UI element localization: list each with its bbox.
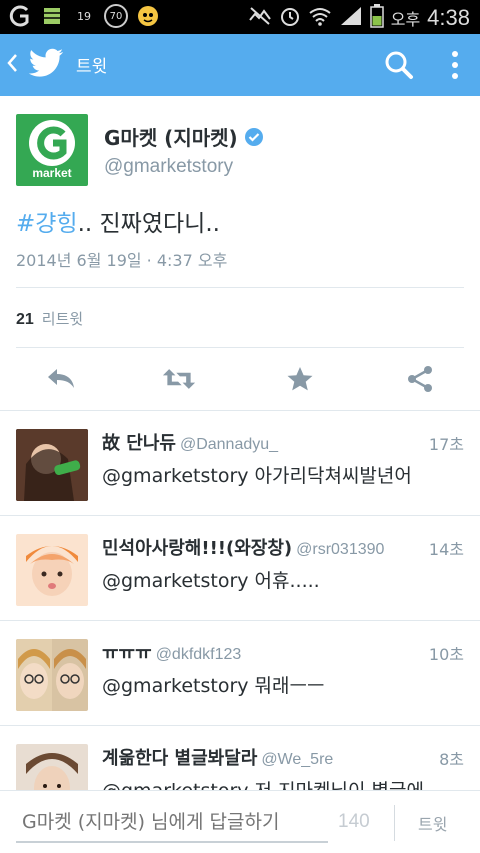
reply-avatar[interactable]	[16, 534, 88, 606]
share-icon	[408, 366, 432, 392]
status-time: 4:38	[427, 5, 470, 30]
clock-badge-icon: 70	[104, 4, 128, 28]
more-vertical-icon	[452, 51, 458, 79]
author-handle[interactable]: @gmarketstory	[104, 156, 233, 178]
author-name[interactable]: G마켓 (지마켓)	[104, 122, 264, 151]
reply-author-handle: @Dannadyu_	[179, 436, 279, 453]
reply-author: 계옮한다 별글봐달라 @We_5re	[102, 744, 333, 770]
reply-author-handle: @We_5re	[261, 751, 334, 768]
reply-author-handle: @rsr031390	[296, 541, 385, 558]
reply-author-name: ㅠㅠㅠ	[102, 643, 152, 664]
reply-avatar[interactable]	[16, 639, 88, 711]
page-title: 트윗	[76, 57, 108, 77]
divider	[394, 805, 395, 841]
signal-icon	[339, 5, 363, 31]
reply-text: @gmarketstory 아가리닥쳐씨발년어	[102, 465, 412, 487]
status-ampm: 오후	[390, 10, 421, 29]
reply-icon	[48, 369, 74, 388]
reply-author-name: 민석아사랑해!!!(와장창)	[102, 538, 293, 559]
reply-author-name: 故 단나듀	[102, 433, 176, 454]
search-icon	[385, 51, 413, 79]
tweet-actions	[0, 348, 480, 410]
star-icon	[287, 367, 313, 391]
retweet-button[interactable]	[162, 364, 196, 394]
verified-badge-icon	[244, 127, 263, 146]
weather-icon: 19	[72, 4, 96, 28]
chevron-left-icon	[7, 54, 17, 72]
character-counter: 140	[338, 811, 370, 832]
mute-icon	[248, 6, 272, 30]
wifi-icon	[308, 6, 332, 30]
status-bar-notifications: 19 70	[8, 4, 160, 28]
retweet-count-label: 리트윗	[41, 310, 84, 328]
tweet-text: #걍힝.. 진짜였다니..	[16, 204, 220, 238]
retweet-icon	[162, 369, 196, 389]
reply-item[interactable]: 민석아사랑해!!!(와장창) @rsr031390 14초 @gmarketsto…	[0, 516, 480, 620]
reply-timestamp: 17초	[428, 435, 464, 454]
reply-text: @gmarketstory 뭐래ㅡㅡ	[102, 675, 325, 697]
reply-text: @gmarketstory 어휴.....	[102, 570, 320, 592]
gmarket-logo-icon	[29, 120, 75, 166]
back-button[interactable]	[6, 52, 22, 78]
divider	[16, 287, 464, 288]
reply-timestamp: 10초	[428, 645, 464, 664]
reply-field[interactable]	[16, 803, 328, 843]
reply-author: ㅠㅠㅠ @dkfdkf123	[102, 639, 241, 665]
battery-icon	[369, 4, 384, 32]
search-button[interactable]	[384, 50, 414, 84]
reply-item[interactable]: 계옮한다 별글봐달라@We_5re 8초 @gmarketstory 저 지마켓…	[0, 726, 480, 790]
status-bar: 19 70 오후 4:38	[0, 0, 480, 34]
mascot-icon	[136, 4, 160, 28]
send-tweet-button[interactable]: 트윗	[418, 811, 447, 835]
weather-text: 19	[77, 9, 91, 23]
sheet-icon	[40, 4, 64, 28]
avatar-label: market	[32, 166, 72, 180]
status-bar-system: 오후 4:38	[248, 4, 470, 32]
author-avatar[interactable]: market	[16, 114, 88, 186]
reply-avatar[interactable]	[16, 429, 88, 501]
favorite-button[interactable]	[283, 364, 317, 394]
retweet-stats[interactable]: 21 리트윗	[16, 308, 83, 329]
twitter-bird-icon[interactable]	[28, 48, 64, 84]
tweet-timestamp: 2014년 6월 19일 · 4:37 오후	[16, 251, 228, 270]
reply-timestamp: 14초	[428, 540, 464, 559]
reply-compose-bar: 140 트윗	[0, 790, 480, 853]
reply-item[interactable]: 故 단나듀 @Dannadyu_ 17초 @gmarketstory 아가리닥쳐씨…	[0, 411, 480, 515]
reply-timestamp: 8초	[439, 750, 464, 769]
overflow-menu-button[interactable]	[448, 50, 462, 84]
reply-avatar[interactable]	[16, 744, 88, 790]
reply-author: 민석아사랑해!!!(와장창) @rsr031390	[102, 534, 384, 560]
tweet-text-body: .. 진짜였다니..	[77, 211, 220, 237]
share-button[interactable]	[403, 364, 437, 394]
reply-item[interactable]: ㅠㅠㅠ @dkfdkf123 10초 @gmarketstory 뭐래ㅡㅡ	[0, 621, 480, 725]
alarm-icon	[279, 5, 301, 31]
app-bar: 트윗	[0, 34, 480, 96]
g-app-icon	[8, 4, 32, 28]
hashtag-link[interactable]: #걍힝	[16, 211, 78, 237]
reply-author-handle: @dkfdkf123	[155, 646, 242, 663]
reply-author-name: 계옮한다 별글봐달라	[102, 748, 258, 769]
clock-badge-text: 70	[109, 10, 123, 22]
author-name-text: G마켓 (지마켓)	[104, 126, 238, 150]
retweet-count: 21	[16, 311, 34, 328]
reply-author: 故 단나듀 @Dannadyu_	[102, 429, 278, 455]
reply-input[interactable]	[16, 803, 328, 841]
reply-text: @gmarketstory 저 지마켓님이 별글에	[102, 776, 424, 790]
reply-button[interactable]	[44, 364, 78, 394]
